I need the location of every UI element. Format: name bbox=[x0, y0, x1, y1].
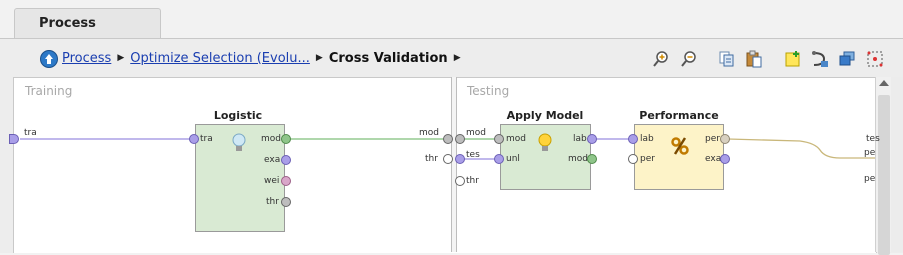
lr-output-port-exa[interactable] bbox=[281, 155, 291, 165]
pf-output-port-per[interactable] bbox=[720, 134, 730, 144]
pf-output-label-per: per bbox=[705, 134, 720, 144]
training-output-label-thr: thr bbox=[425, 154, 438, 164]
pf-output-label-exa: exa bbox=[705, 154, 722, 164]
lr-input-port-tra[interactable] bbox=[189, 134, 199, 144]
auto-wire-icon[interactable] bbox=[811, 50, 829, 68]
breadcrumb-separator-icon: ▶ bbox=[315, 53, 323, 63]
lr-input-label-tra: tra bbox=[200, 134, 213, 144]
am-output-port-lab[interactable] bbox=[587, 134, 597, 144]
tab-label: Process bbox=[39, 16, 96, 31]
percent-icon bbox=[671, 137, 689, 155]
lr-output-port-mod[interactable] bbox=[281, 134, 291, 144]
scroll-up-icon[interactable] bbox=[879, 80, 889, 86]
right-edge bbox=[891, 77, 903, 252]
lr-output-label-exa: exa bbox=[264, 155, 281, 165]
lightbulb-icon bbox=[232, 133, 246, 151]
apply-model-title: Apply Model bbox=[506, 109, 584, 122]
zoom-in-icon[interactable] bbox=[652, 50, 670, 68]
lr-output-label-mod: mod bbox=[261, 134, 281, 144]
testing-input-label-mod: mod bbox=[466, 128, 486, 138]
testing-section-label: Testing bbox=[467, 84, 510, 98]
fit-icon[interactable] bbox=[866, 50, 884, 68]
lr-output-port-thr[interactable] bbox=[281, 197, 291, 207]
breadcrumb: Process ▶ Optimize Selection (Evolu... ▶… bbox=[62, 49, 467, 67]
scroll-thumb[interactable] bbox=[878, 95, 890, 255]
testing-input-port-tes[interactable] bbox=[455, 154, 465, 164]
pf-output-port-exa[interactable] bbox=[720, 154, 730, 164]
training-input-port[interactable] bbox=[9, 134, 19, 144]
breadcrumb-separator-icon: ▶ bbox=[117, 53, 125, 63]
testing-input-label-thr: thr bbox=[466, 176, 479, 186]
zoom-out-icon[interactable] bbox=[680, 50, 698, 68]
training-output-port-mod[interactable] bbox=[443, 134, 453, 144]
tab-bar: Process bbox=[0, 0, 903, 39]
pf-input-port-per[interactable] bbox=[628, 154, 638, 164]
process-canvas[interactable] bbox=[13, 77, 877, 253]
breadcrumb-process[interactable]: Process bbox=[62, 51, 111, 66]
lr-output-label-thr: thr bbox=[266, 197, 279, 207]
testing-output-label-tes: tes bbox=[866, 134, 880, 144]
am-input-label-mod: mod bbox=[506, 134, 526, 144]
training-output-label-mod: mod bbox=[419, 128, 439, 138]
breadcrumb-cross-validation: Cross Validation bbox=[328, 50, 448, 66]
subprocess-divider[interactable] bbox=[451, 77, 457, 252]
breadcrumb-expand-icon[interactable]: ▶ bbox=[454, 53, 461, 63]
training-section-label: Training bbox=[25, 84, 73, 98]
pf-input-label-lab: lab bbox=[640, 134, 654, 144]
am-output-label-lab: lab bbox=[573, 134, 587, 144]
am-output-port-mod[interactable] bbox=[587, 154, 597, 164]
performance-operator[interactable]: lab per per exa bbox=[634, 124, 724, 190]
tab-process[interactable]: Process bbox=[14, 8, 161, 39]
performance-title: Performance bbox=[639, 109, 719, 122]
testing-input-port-mod[interactable] bbox=[455, 134, 465, 144]
paste-icon[interactable] bbox=[745, 50, 763, 68]
apply-model-operator[interactable]: mod unl lab mod bbox=[500, 124, 591, 190]
logistic-regression-operator[interactable]: tra mod exa wei thr bbox=[195, 124, 285, 232]
training-input-label: tra bbox=[24, 128, 37, 138]
am-output-label-mod: mod bbox=[568, 154, 588, 164]
am-input-port-mod[interactable] bbox=[494, 134, 504, 144]
testing-output-label-pe-1: pe bbox=[864, 148, 876, 158]
lightbulb-icon bbox=[538, 133, 552, 151]
vertical-scrollbar[interactable] bbox=[875, 77, 892, 255]
pf-input-label-per: per bbox=[640, 154, 655, 164]
training-output-port-thr[interactable] bbox=[443, 154, 453, 164]
testing-input-label-tes: tes bbox=[466, 150, 480, 160]
lr-output-port-wei[interactable] bbox=[281, 176, 291, 186]
am-input-label-unl: unl bbox=[506, 154, 520, 164]
copy-icon[interactable] bbox=[718, 50, 736, 68]
pf-input-port-lab[interactable] bbox=[628, 134, 638, 144]
am-input-port-unl[interactable] bbox=[494, 154, 504, 164]
testing-output-label-pe-2: pe bbox=[864, 174, 876, 184]
testing-input-port-thr[interactable] bbox=[455, 176, 465, 186]
new-note-icon[interactable] bbox=[784, 50, 802, 68]
layers-icon[interactable] bbox=[838, 50, 856, 68]
lr-output-label-wei: wei bbox=[264, 176, 280, 186]
breadcrumb-optimize-selection[interactable]: Optimize Selection (Evolu... bbox=[130, 51, 310, 66]
up-arrow-icon[interactable] bbox=[40, 50, 58, 68]
